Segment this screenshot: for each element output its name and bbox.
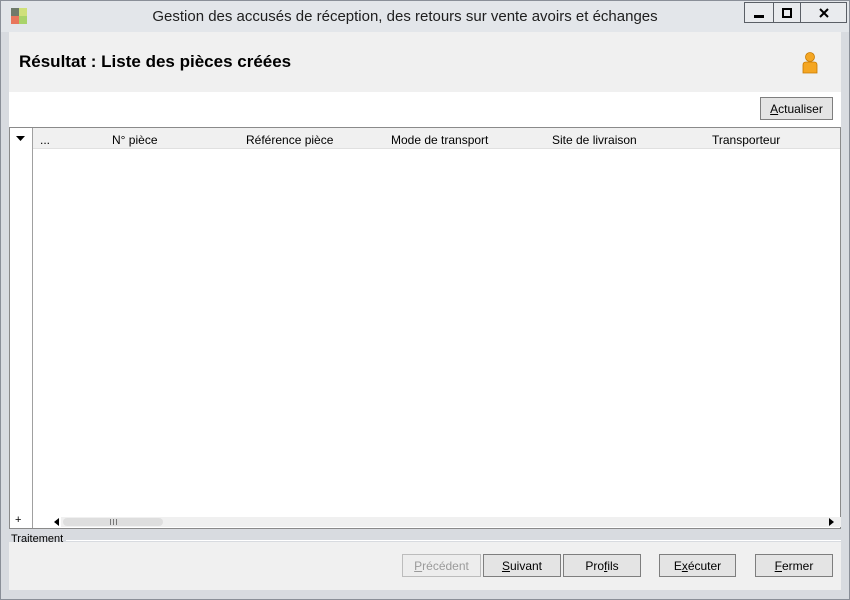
profiles-label-rest: ils — [607, 558, 619, 573]
column-header-transport-mode[interactable]: Mode de transport — [391, 133, 488, 147]
execute-label-rest: écuter — [687, 558, 722, 573]
close-label-rest: ermer — [782, 558, 814, 573]
grid-header-row: ... N° pièce Référence pièce Mode de tra… — [33, 128, 840, 149]
close-accel: F — [774, 558, 782, 573]
app-window: Gestion des accusés de réception, des re… — [0, 0, 850, 600]
results-grid[interactable]: + ... N° pièce Référence pièce Mode de t… — [9, 127, 841, 529]
scroll-right-icon[interactable] — [829, 518, 834, 526]
refresh-accel: A — [770, 101, 779, 116]
action-bar: Précédent Suivant Pro f ils Ex écuter Ferme… — [9, 542, 841, 590]
maximize-button[interactable] — [773, 2, 800, 23]
next-label-rest: uivant — [509, 558, 543, 573]
page-title: Résultat : Liste des pièces créées — [19, 52, 292, 71]
column-header-piece-reference[interactable]: Référence pièce — [246, 133, 333, 147]
toolbar: Actualiser — [9, 92, 841, 127]
next-button[interactable]: Suivant — [483, 554, 561, 577]
profiles-button[interactable]: Pro f ils — [563, 554, 641, 577]
refresh-label-rest: ctualiser — [778, 101, 823, 116]
previous-label-rest: récédent — [422, 558, 469, 573]
minimize-button[interactable] — [744, 2, 773, 23]
scroll-track[interactable] — [61, 517, 841, 527]
execute-button[interactable]: Ex écuter — [659, 554, 736, 577]
column-header-more[interactable]: ... — [40, 133, 50, 147]
maximize-icon — [782, 7, 792, 18]
grid-row-selector-column: + — [10, 128, 33, 528]
column-header-delivery-site[interactable]: Site de livraison — [552, 133, 637, 147]
group-divider — [65, 540, 841, 541]
minimize-icon — [754, 14, 764, 18]
title-bar[interactable]: Gestion des accusés de réception, des re… — [1, 1, 849, 32]
column-header-carrier[interactable]: Transporteur — [712, 133, 780, 147]
user-icon[interactable] — [801, 52, 819, 74]
add-row-button[interactable]: + — [15, 514, 21, 526]
refresh-button[interactable]: Actualiser — [760, 97, 833, 120]
execute-label-pre: E — [673, 558, 682, 573]
close-button[interactable]: Fermer — [755, 554, 833, 577]
header-panel: Résultat : Liste des pièces créées — [9, 32, 841, 92]
horizontal-scrollbar[interactable] — [33, 515, 841, 528]
previous-accel: P — [414, 558, 423, 573]
scroll-left-icon[interactable] — [54, 518, 59, 526]
column-header-piece-number[interactable]: N° pièce — [112, 133, 158, 147]
previous-button[interactable]: Précédent — [402, 554, 481, 577]
close-window-button[interactable] — [800, 2, 847, 23]
column-dropdown-icon[interactable] — [16, 136, 25, 142]
scroll-thumb[interactable] — [63, 518, 163, 526]
grip-icon — [110, 519, 117, 525]
next-accel: S — [501, 558, 510, 573]
profiles-label-pre: Pro — [585, 558, 604, 573]
window-title: Gestion des accusés de réception, des re… — [152, 8, 658, 25]
close-icon — [818, 7, 829, 18]
